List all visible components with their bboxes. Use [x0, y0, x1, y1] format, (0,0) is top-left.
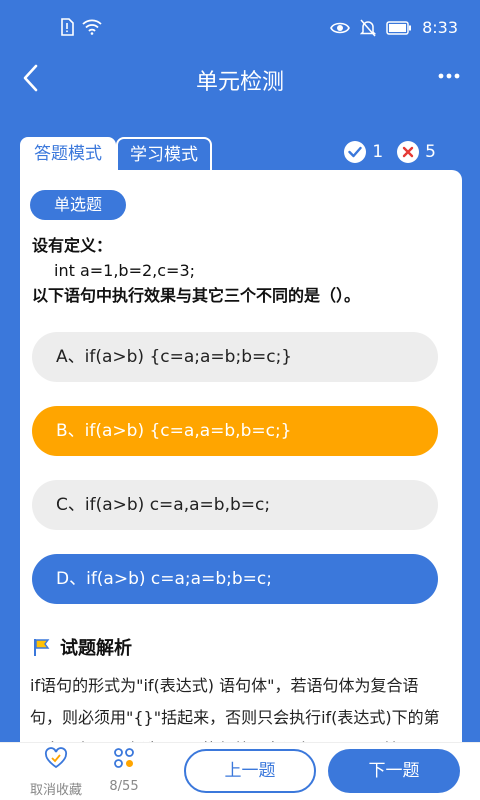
wifi-icon — [82, 19, 102, 35]
tab-study-mode[interactable]: 学习模式 — [116, 137, 212, 172]
sim-alert-icon — [61, 18, 74, 36]
correct-stat: 1 — [344, 141, 383, 163]
question-line-3: 以下语句中执行效果与其它三个不同的是（）。 — [32, 286, 361, 305]
mode-tabs: 答题模式 学习模式 — [20, 137, 212, 172]
question-text: 设有定义： int a=1,b=2,c=3; 以下语句中执行效果与其它三个不同的… — [32, 233, 442, 308]
wrong-stat: 5 — [397, 141, 436, 163]
status-bar: 8:33 — [0, 0, 480, 56]
correct-count: 1 — [372, 142, 384, 162]
wrong-count: 5 — [425, 142, 436, 162]
analysis-title: 试题解析 — [60, 638, 132, 659]
mute-bell-icon — [360, 19, 377, 36]
battery-icon — [386, 20, 412, 35]
status-icons-left — [60, 18, 102, 36]
next-question-button[interactable]: 下一题 — [328, 749, 460, 793]
option-d[interactable]: D、if(a>b) c=a;a=b;b=c; — [32, 554, 438, 604]
page-title: 单元检测 — [195, 70, 284, 95]
progress-button[interactable]: 8/55 — [104, 747, 144, 794]
check-icon — [344, 141, 367, 163]
question-card: 单选题 设有定义： int a=1,b=2,c=3; 以下语句中执行效果与其它三… — [20, 170, 462, 800]
flag-icon — [34, 639, 50, 656]
bottom-bar: 取消收藏 8/55 上一题 下一题 — [0, 742, 480, 800]
analysis-text: if语句的形式为"if(表达式) 语句体"，若语句体为复合语句，则必须用"{}"… — [30, 676, 440, 744]
prev-question-button[interactable]: 上一题 — [184, 749, 316, 793]
option-a[interactable]: A、if(a>b) {c=a;a=b;b=c;} — [32, 332, 438, 382]
cross-icon — [397, 141, 420, 163]
status-icons-right: 8:33 — [330, 18, 458, 37]
tab-answer-mode[interactable]: 答题模式 — [20, 137, 116, 172]
more-options-icon[interactable] — [438, 72, 460, 80]
score-stats: 1 5 — [344, 141, 436, 163]
eye-icon — [330, 22, 350, 33]
nav-bar: 单元检测 — [0, 56, 480, 102]
unfavorite-button[interactable]: 取消收藏 — [28, 747, 84, 798]
question-line-2: int a=1,b=2,c=3; — [54, 261, 196, 280]
option-c[interactable]: C、if(a>b) c=a,a=b,b=c; — [32, 480, 438, 530]
question-line-1: 设有定义： — [32, 236, 113, 255]
clock: 8:33 — [422, 18, 458, 37]
question-type-badge: 单选题 — [30, 190, 126, 220]
unfavorite-label: 取消收藏 — [29, 783, 82, 798]
option-b[interactable]: B、if(a>b) {c=a,a=b,b=c;} — [32, 406, 438, 456]
heart-icon — [44, 747, 68, 769]
progress-count: 8/55 — [109, 779, 139, 794]
grid-icon — [114, 748, 134, 768]
analysis-heading: 试题解析 — [32, 634, 132, 660]
